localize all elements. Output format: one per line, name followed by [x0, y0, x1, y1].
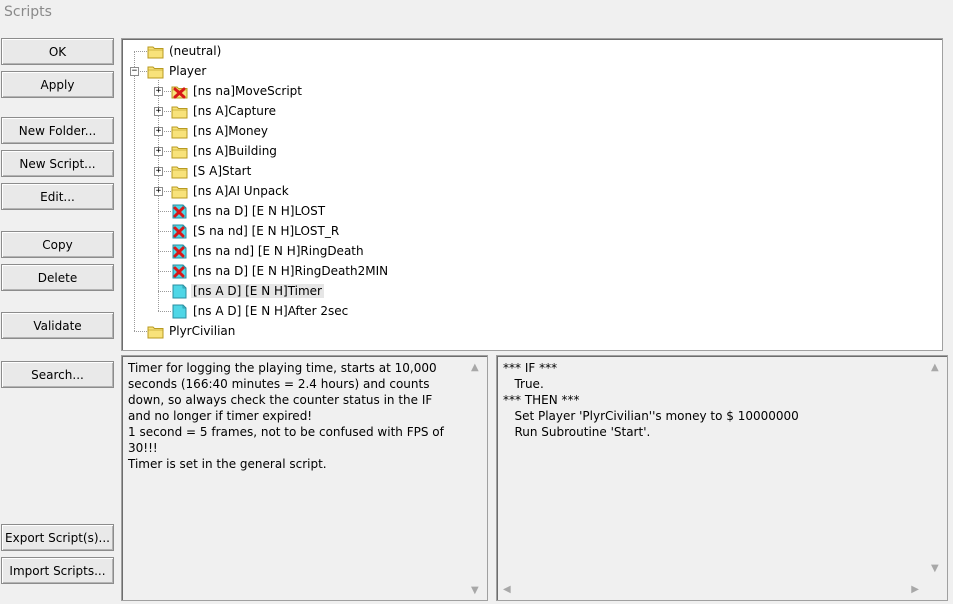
- import-scripts-button[interactable]: Import Scripts...: [1, 557, 114, 584]
- tree-item-label: [ns A]Building: [193, 144, 277, 158]
- tree-item[interactable]: PlyrCivilian: [147, 322, 237, 340]
- tree-connector-line: [158, 311, 171, 312]
- folder-icon: [147, 324, 164, 339]
- tree-item-label: [S A]Start: [193, 164, 252, 178]
- expand-icon[interactable]: +: [154, 187, 163, 196]
- tree-item[interactable]: (neutral): [147, 42, 223, 60]
- tree-connector-line: [158, 291, 171, 292]
- edit-button[interactable]: Edit...: [1, 183, 114, 210]
- tree-item[interactable]: [S A]Start: [171, 162, 253, 180]
- folder-icon: [147, 44, 164, 59]
- tree-connector-line: [134, 51, 135, 331]
- description-pane[interactable]: Timer for logging the playing time, star…: [121, 355, 488, 601]
- code-vscrollbar[interactable]: ▲ ▼: [925, 356, 947, 578]
- tree-item-label: [ns A]Capture: [193, 104, 276, 118]
- tree-item[interactable]: Player: [147, 62, 208, 80]
- folder-icon: [171, 164, 188, 179]
- tree-item-label: [ns A D] [E N H]After 2sec: [193, 304, 349, 318]
- scroll-down-icon[interactable]: ▼: [931, 563, 939, 574]
- new-folder-button[interactable]: New Folder...: [1, 117, 114, 144]
- expand-icon[interactable]: +: [154, 147, 163, 156]
- tree-item[interactable]: [ns na D] [E N H]RingDeath2MIN: [171, 262, 390, 280]
- tree-item-label: [ns A]Money: [193, 124, 269, 138]
- tree-item[interactable]: [ns A]Building: [171, 142, 279, 160]
- disabled-script-icon: [171, 204, 188, 219]
- folder-icon: [147, 64, 164, 79]
- tree-connector-line: [158, 211, 171, 212]
- disabled-script-icon: [171, 244, 188, 259]
- tree-connector-line: [134, 331, 147, 332]
- tree-item[interactable]: [ns A]Capture: [171, 102, 278, 120]
- tree-item[interactable]: [ns A]AI Unpack: [171, 182, 291, 200]
- delete-button[interactable]: Delete: [1, 264, 114, 291]
- tree-connector-line: [158, 251, 171, 252]
- tree-item-label: [ns na]MoveScript: [193, 84, 302, 98]
- search-button[interactable]: Search...: [1, 361, 114, 388]
- code-hscrollbar[interactable]: ◀ ▶: [497, 580, 925, 600]
- script-tree[interactable]: (neutral) − Player + [ns na]MoveScript + [ns A…: [121, 38, 943, 351]
- tree-connector-line: [158, 271, 171, 272]
- folder-icon: [171, 184, 188, 199]
- scroll-up-icon[interactable]: ▲: [471, 362, 479, 373]
- tree-item-label: [ns A]AI Unpack: [193, 184, 289, 198]
- tree-item[interactable]: [ns na D] [E N H]LOST: [171, 202, 327, 220]
- scroll-right-icon[interactable]: ▶: [911, 584, 919, 595]
- script-icon: [171, 304, 188, 319]
- folder-icon: [171, 124, 188, 139]
- validate-button[interactable]: Validate: [1, 312, 114, 339]
- tree-item-label: PlyrCivilian: [169, 324, 236, 338]
- expand-icon[interactable]: +: [154, 167, 163, 176]
- code-pane[interactable]: *** IF *** True. *** THEN *** Set Player…: [496, 355, 948, 601]
- code-text: *** IF *** True. *** THEN *** Set Player…: [503, 361, 799, 439]
- new-script-button[interactable]: New Script...: [1, 150, 114, 177]
- tree-item-label: [S na nd] [E N H]LOST_R: [193, 224, 340, 238]
- folder-icon: [171, 104, 188, 119]
- scroll-up-icon[interactable]: ▲: [931, 362, 939, 373]
- tree-item-label: [ns na D] [E N H]LOST: [193, 204, 326, 218]
- expand-icon[interactable]: +: [154, 107, 163, 116]
- description-scrollbar[interactable]: ▲ ▼: [465, 356, 487, 600]
- disabled-folder-icon: [171, 84, 188, 99]
- tree-item[interactable]: [ns na nd] [E N H]RingDeath: [171, 242, 366, 260]
- expand-icon[interactable]: +: [154, 127, 163, 136]
- tree-item[interactable]: [ns A D] [E N H]Timer: [171, 282, 324, 300]
- ok-button[interactable]: OK: [1, 38, 114, 65]
- scroll-left-icon[interactable]: ◀: [503, 584, 511, 595]
- tree-item-label: Player: [169, 64, 207, 78]
- export-scripts-button[interactable]: Export Script(s)...: [1, 524, 114, 551]
- tree-item[interactable]: [ns A D] [E N H]After 2sec: [171, 302, 350, 320]
- disabled-script-icon: [171, 224, 188, 239]
- script-icon: [171, 284, 188, 299]
- apply-button[interactable]: Apply: [1, 71, 114, 98]
- tree-item[interactable]: [ns A]Money: [171, 122, 270, 140]
- tree-connector-line: [134, 51, 147, 52]
- tree-connector-line: [158, 231, 171, 232]
- expand-icon[interactable]: +: [154, 87, 163, 96]
- window-title: Scripts: [4, 4, 52, 20]
- tree-item-label: [ns na D] [E N H]RingDeath2MIN: [193, 264, 389, 278]
- tree-item-label: (neutral): [169, 44, 222, 58]
- description-text: Timer for logging the playing time, star…: [128, 361, 444, 471]
- folder-icon: [171, 144, 188, 159]
- tree-item-label: [ns A D] [E N H]Timer: [191, 284, 324, 298]
- tree-item[interactable]: [S na nd] [E N H]LOST_R: [171, 222, 341, 240]
- copy-button[interactable]: Copy: [1, 231, 114, 258]
- tree-item-label: [ns na nd] [E N H]RingDeath: [193, 244, 364, 258]
- tree-item[interactable]: [ns na]MoveScript: [171, 82, 304, 100]
- collapse-icon[interactable]: −: [130, 67, 139, 76]
- disabled-script-icon: [171, 264, 188, 279]
- scroll-down-icon[interactable]: ▼: [471, 585, 479, 596]
